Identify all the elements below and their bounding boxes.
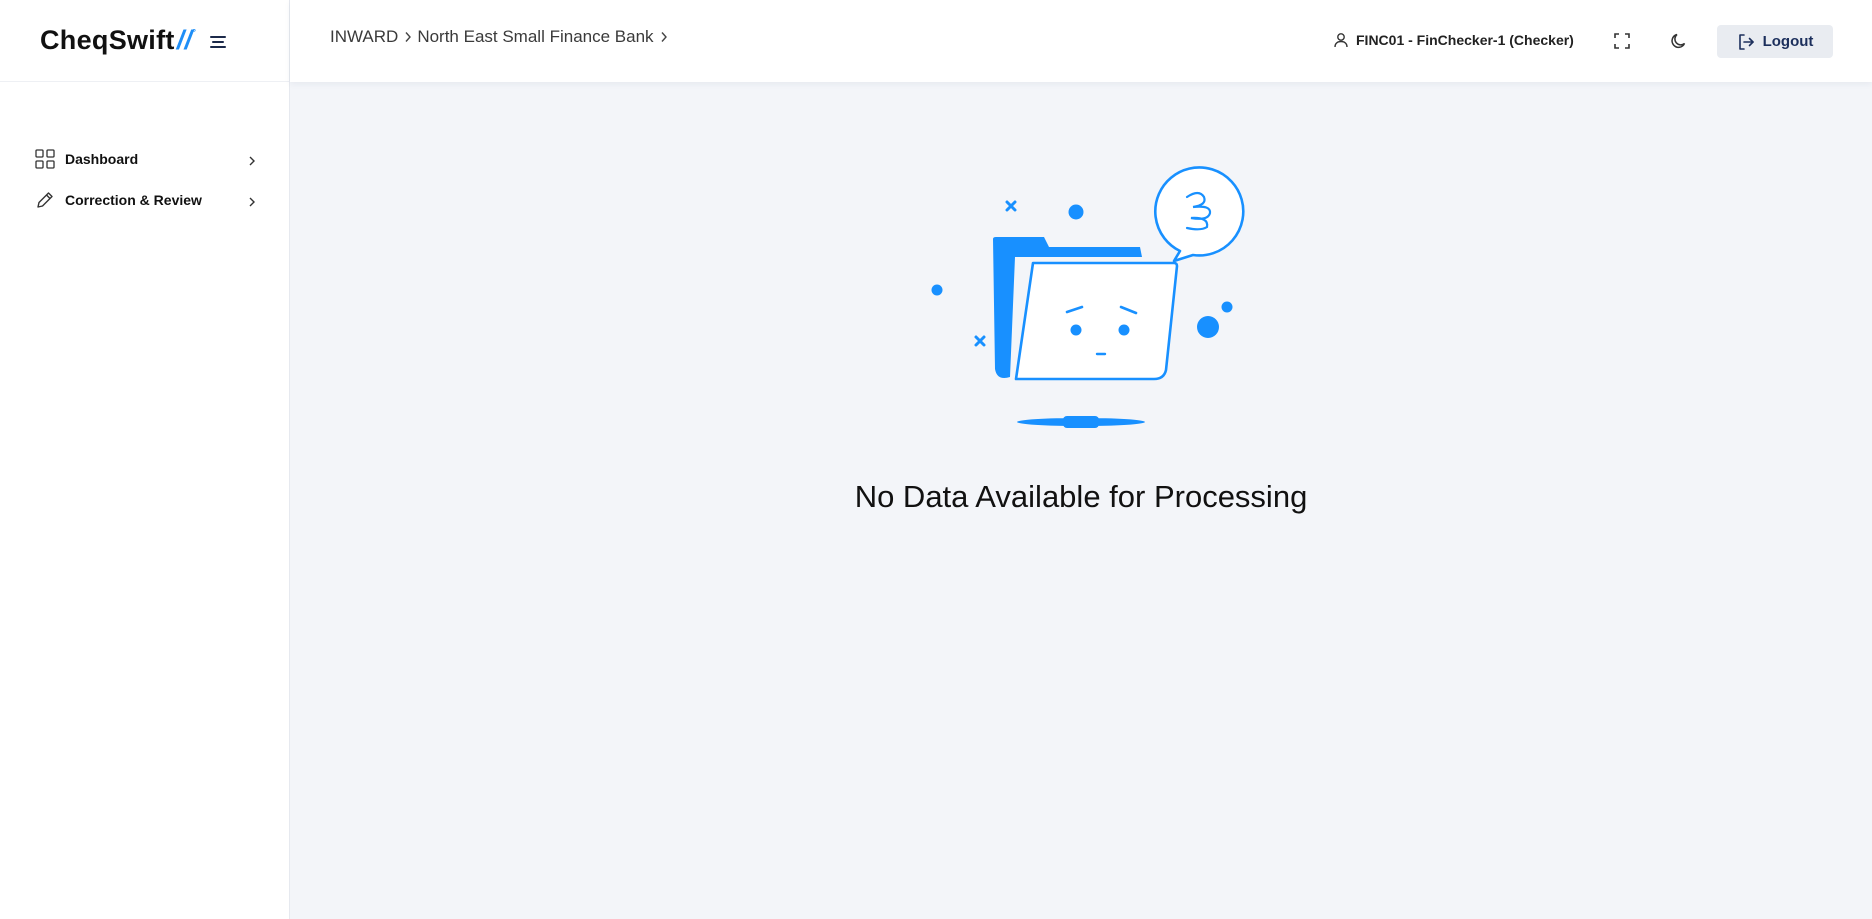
sidebar-nav: Dashboard Correction & Review: [0, 82, 289, 220]
grid-icon: [34, 148, 56, 170]
user-label: FINC01 - FinChecker-1 (Checker): [1356, 32, 1574, 48]
app-logo[interactable]: CheqSwift // °: [40, 25, 196, 56]
logo-mark: //: [176, 25, 193, 55]
chevron-right-icon: [402, 31, 414, 43]
sidebar-item-label: Correction & Review: [65, 191, 202, 208]
user-info[interactable]: FINC01 - FinChecker-1 (Checker): [1332, 31, 1574, 49]
sidebar-item-label: Dashboard: [65, 150, 139, 167]
breadcrumb-item-bank[interactable]: North East Small Finance Bank: [417, 27, 653, 47]
chevron-right-icon: [245, 154, 259, 168]
moon-icon[interactable]: [1667, 29, 1691, 53]
empty-state-message: No Data Available for Processing: [854, 479, 1308, 514]
sidebar-item-dashboard[interactable]: Dashboard: [34, 138, 259, 179]
fullscreen-icon[interactable]: [1610, 29, 1634, 53]
empty-folder-illustration: [931, 166, 1245, 428]
breadcrumb-item-inward[interactable]: INWARD: [330, 27, 398, 47]
logo-text: CheqSwift: [40, 25, 175, 55]
logout-label: Logout: [1762, 33, 1814, 50]
breadcrumb: INWARD North East Small Finance Bank: [330, 27, 673, 47]
menu-toggle-icon[interactable]: [210, 35, 227, 48]
sidebar: CheqSwift // ° Dashboard Correction & Re…: [0, 0, 290, 919]
chevron-right-icon: [245, 195, 259, 209]
chevron-right-icon: [658, 31, 670, 43]
user-icon: [1332, 31, 1350, 49]
logo-row: CheqSwift // °: [0, 0, 289, 82]
top-header: INWARD North East Small Finance Bank FIN…: [290, 0, 1872, 82]
logout-button[interactable]: Logout: [1717, 25, 1833, 58]
sidebar-item-correction-review[interactable]: Correction & Review: [34, 179, 259, 220]
pencil-icon: [34, 189, 56, 211]
logout-icon: [1738, 33, 1754, 50]
logo-dot: °: [192, 27, 197, 37]
